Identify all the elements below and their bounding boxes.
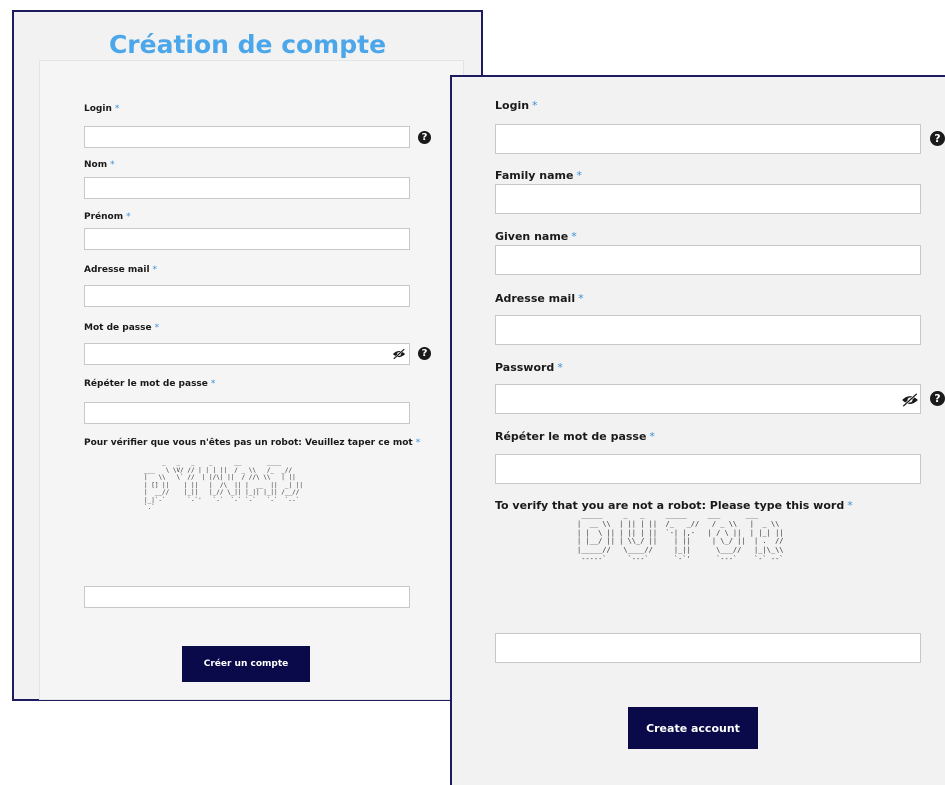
- email-label: Adresse mail *: [84, 265, 157, 275]
- login-input[interactable]: [84, 126, 410, 148]
- given-name-input[interactable]: [84, 228, 410, 250]
- captcha-image: _____ _ _ _____ ___ ___ | __ \\ | || | |…: [577, 511, 784, 563]
- required-asterisk: *: [847, 499, 853, 512]
- question-circle-icon[interactable]: ?: [930, 391, 945, 406]
- required-asterisk: *: [649, 430, 655, 443]
- required-asterisk: *: [210, 379, 216, 389]
- captcha-image: _ _ _ _ __ ____ ___ \ \V/ // | | | || / …: [144, 459, 303, 511]
- password-label-text: Mot de passe: [84, 323, 152, 333]
- email-input[interactable]: [495, 315, 921, 345]
- given-name-input[interactable]: [495, 245, 921, 275]
- account-creation-form-fr: Création de compte Login * ? Nom * Prénom *…: [12, 10, 483, 701]
- required-asterisk: *: [110, 160, 115, 170]
- captcha-label: Pour vérifier que vous n'êtes pas un rob…: [84, 438, 420, 448]
- login-label: Login *: [84, 104, 119, 114]
- login-input[interactable]: [495, 124, 921, 154]
- login-label-text: Login: [495, 99, 530, 112]
- given-name-label: Prénom *: [84, 212, 131, 222]
- eye-slash-icon[interactable]: [901, 393, 919, 407]
- given-name-label-text: Given name: [495, 230, 569, 243]
- page-title: Création de compte: [108, 30, 387, 59]
- repeat-password-input[interactable]: [495, 454, 921, 484]
- given-name-label: Given name *: [495, 230, 577, 243]
- captcha-input[interactable]: [495, 633, 921, 663]
- required-asterisk: *: [415, 438, 421, 448]
- captcha-input[interactable]: [84, 586, 410, 608]
- required-asterisk: *: [557, 361, 563, 374]
- password-input[interactable]: [495, 384, 921, 414]
- email-label: Adresse mail *: [495, 292, 584, 305]
- family-name-input[interactable]: [495, 184, 921, 214]
- repeat-password-input[interactable]: [84, 402, 410, 424]
- email-label-text: Adresse mail: [84, 265, 150, 275]
- question-circle-icon[interactable]: ?: [930, 131, 945, 146]
- required-asterisk: *: [126, 212, 131, 222]
- family-name-input[interactable]: [84, 177, 410, 199]
- family-name-label: Family name *: [495, 169, 582, 182]
- required-asterisk: *: [114, 104, 120, 114]
- required-asterisk: *: [576, 169, 582, 182]
- required-asterisk: *: [578, 292, 584, 305]
- eye-slash-icon[interactable]: [392, 348, 406, 360]
- password-label: Mot de passe *: [84, 323, 159, 333]
- create-account-button[interactable]: Create account: [628, 707, 758, 749]
- required-asterisk: *: [152, 265, 158, 275]
- question-circle-icon[interactable]: ?: [418, 131, 431, 144]
- required-asterisk: *: [571, 230, 577, 243]
- question-circle-icon[interactable]: ?: [418, 347, 431, 360]
- repeat-password-label: Répéter le mot de passe *: [84, 379, 215, 389]
- email-label-text: Adresse mail: [495, 292, 576, 305]
- given-name-label-text: Prénom: [84, 212, 124, 222]
- captcha-label-text: Pour vérifier que vous n'êtes pas un rob…: [84, 438, 413, 448]
- family-name-label-text: Nom: [84, 160, 108, 170]
- family-name-label-text: Family name: [495, 169, 574, 182]
- password-label: Password *: [495, 361, 563, 374]
- account-creation-form-en: Login * ? Family name * Given name * Adress…: [450, 75, 945, 785]
- family-name-label: Nom *: [84, 160, 115, 170]
- email-input[interactable]: [84, 285, 410, 307]
- required-asterisk: *: [154, 323, 160, 333]
- repeat-password-label: Répéter le mot de passe *: [495, 430, 655, 443]
- repeat-password-label-text: Répéter le mot de passe: [495, 430, 647, 443]
- create-account-button[interactable]: Créer un compte: [182, 646, 310, 682]
- password-input[interactable]: [84, 343, 410, 365]
- login-label: Login *: [495, 99, 538, 112]
- required-asterisk: *: [532, 99, 538, 112]
- login-label-text: Login: [84, 104, 112, 114]
- repeat-password-label-text: Répéter le mot de passe: [84, 379, 208, 389]
- password-label-text: Password: [495, 361, 555, 374]
